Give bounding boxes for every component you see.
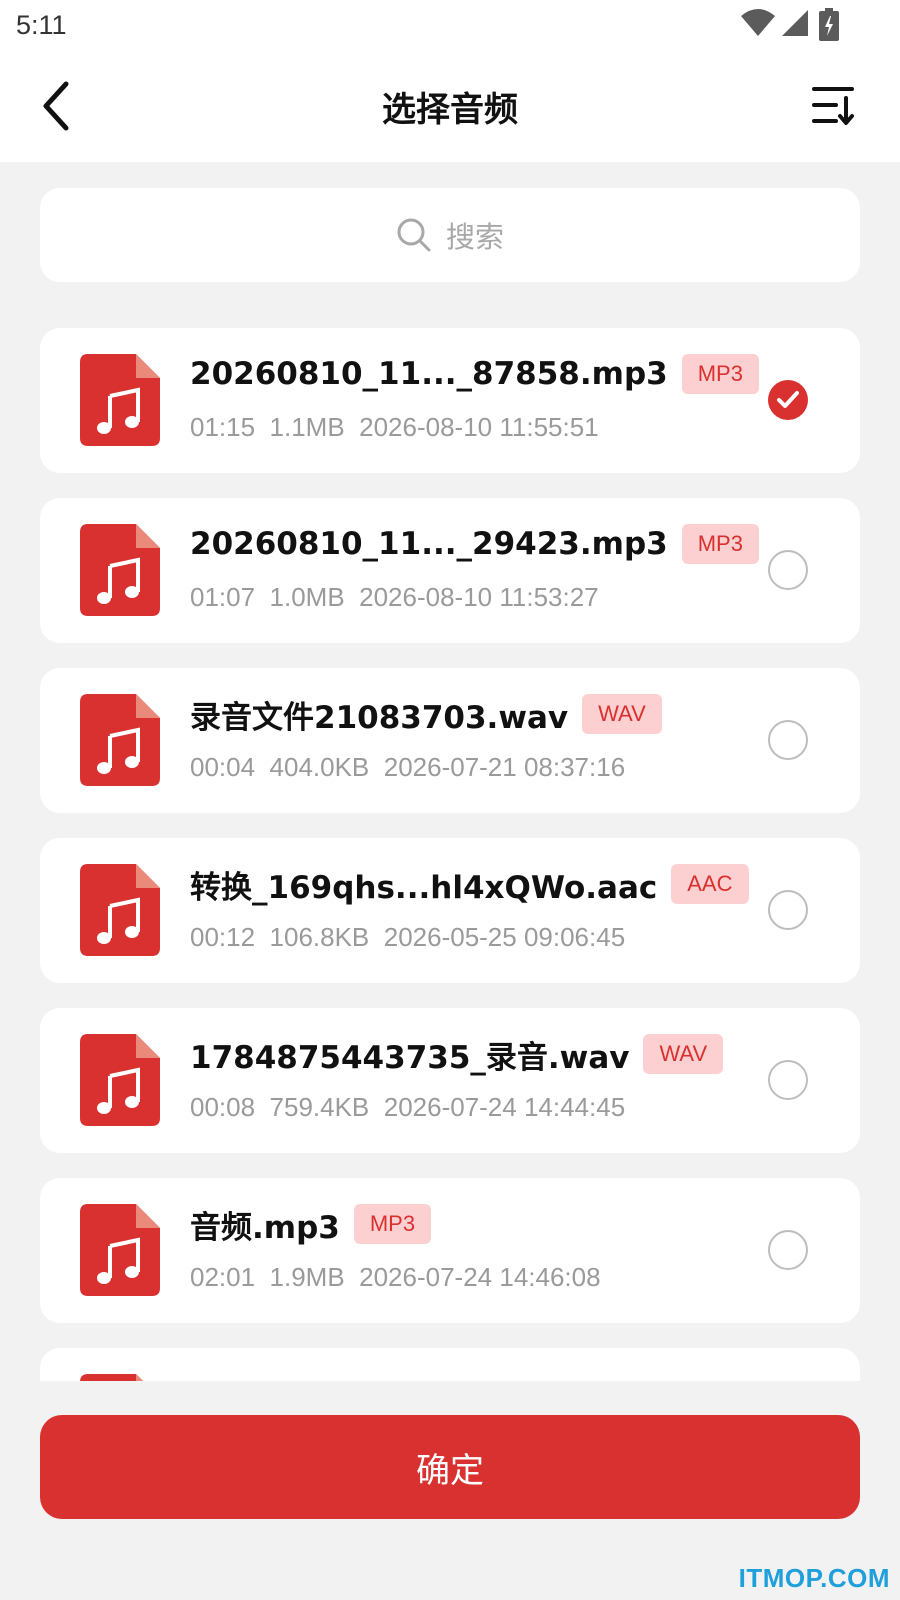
select-radio[interactable] [768,1060,808,1100]
music-file-icon [80,354,160,446]
sort-button[interactable] [810,84,858,128]
file-datetime: 2026-07-24 14:46:08 [359,1262,601,1292]
file-size: 1.0MB [269,582,345,612]
file-duration: 00:08 [190,1092,256,1122]
file-datetime: 2026-08-10 11:55:51 [359,412,599,442]
file-name: 20260810_11..._87858.mp3 [190,356,668,392]
format-badge: WAV [643,1034,724,1074]
file-duration: 00:12 [190,922,256,952]
file-datetime: 2026-07-21 08:37:16 [383,752,626,782]
file-size: 1.1MB [269,412,345,442]
list-item[interactable]: 录音文件21083703.wav WAV 00:04 404.0KB 2026-… [40,668,860,813]
status-time: 5:11 [16,10,67,40]
file-size: 759.4KB [269,1092,370,1122]
music-file-icon [80,524,160,616]
app-header: 选择音频 [0,50,900,162]
file-size: 404.0KB [269,752,370,782]
select-radio[interactable] [768,890,808,930]
file-meta: 02:01 1.9MB 2026-07-24 14:46:08 [190,1262,601,1293]
file-duration: 01:15 [190,412,256,442]
list-item[interactable]: 20260810_11..._87858.mp3 MP3 01:15 1.1MB… [40,328,860,473]
file-duration: 02:01 [190,1262,256,1292]
search-icon [397,218,431,252]
music-file-icon [80,1204,160,1296]
file-name: 音频.mp3 [190,1209,340,1246]
status-icons [740,8,850,41]
select-radio[interactable] [768,1230,808,1270]
status-bar: 5:11 [0,0,900,50]
list-item-partial[interactable] [40,1348,860,1381]
cellular-signal-icon [782,10,808,36]
confirm-button[interactable]: 确定 [40,1415,860,1519]
format-badge: WAV [582,694,662,734]
search-bar[interactable]: 搜索 [40,188,860,282]
file-name: 20260810_11..._29423.mp3 [190,526,668,562]
file-name: 1784875443735_录音.wav [190,1039,630,1076]
file-meta: 00:08 759.4KB 2026-07-24 14:44:45 [190,1092,625,1123]
file-datetime: 2026-05-25 09:06:45 [383,922,626,952]
page-title: 选择音频 [382,90,518,130]
list-item[interactable]: 1784875443735_录音.wav WAV 00:08 759.4KB 2… [40,1008,860,1153]
select-radio[interactable] [768,720,808,760]
check-icon [777,391,799,408]
file-meta: 00:12 106.8KB 2026-05-25 09:06:45 [190,922,625,953]
file-name: 录音文件21083703.wav [190,699,569,736]
select-radio[interactable] [768,380,808,420]
watermark: ITMOP.COM [738,1563,890,1593]
list-item[interactable]: 20260810_11..._29423.mp3 MP3 01:07 1.0MB… [40,498,860,643]
list-item[interactable]: 转换_169qhs...hl4xQWo.aac AAC 00:12 106.8K… [40,838,860,983]
file-size: 1.9MB [269,1262,345,1292]
list-item[interactable]: 音频.mp3 MP3 02:01 1.9MB 2026-07-24 14:46:… [40,1178,860,1323]
file-name: 转换_169qhs...hl4xQWo.aac [190,869,658,906]
battery-icon [819,8,839,41]
file-duration: 00:04 [190,752,256,782]
file-datetime: 2026-07-24 14:44:45 [383,1092,626,1122]
file-meta: 01:15 1.1MB 2026-08-10 11:55:51 [190,412,599,443]
music-file-icon [80,694,160,786]
music-file-icon [80,864,160,956]
format-badge: MP3 [681,524,759,564]
file-datetime: 2026-08-10 11:53:27 [359,582,599,612]
file-duration: 01:07 [190,582,256,612]
search-placeholder: 搜索 [445,220,504,254]
select-radio[interactable] [768,550,808,590]
audio-file-list[interactable]: 20260810_11..._87858.mp3 MP3 01:15 1.1MB… [0,300,900,1381]
file-meta: 01:07 1.0MB 2026-08-10 11:53:27 [190,582,599,613]
file-size: 106.8KB [269,922,370,952]
wifi-icon [741,9,775,36]
music-file-icon [80,1374,143,1381]
file-meta: 00:04 404.0KB 2026-07-21 08:37:16 [190,752,625,783]
sort-icon [812,87,854,125]
format-badge: AAC [671,864,749,904]
format-badge: MP3 [353,1204,432,1244]
music-file-icon [80,1034,160,1126]
format-badge: MP3 [681,354,759,394]
